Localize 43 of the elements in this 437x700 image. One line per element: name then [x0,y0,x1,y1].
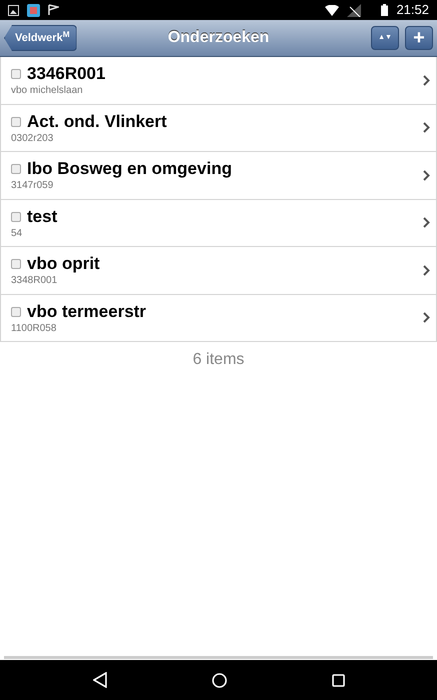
chevron-right-icon [423,74,430,86]
item-subtitle: 3147r059 [11,180,54,192]
home-icon[interactable] [212,672,226,688]
checkbox[interactable] [11,306,21,317]
checkbox[interactable] [11,212,21,222]
chevron-right-icon [423,312,430,324]
list-item[interactable]: 3346R001 vbo michelslaan [0,57,437,104]
recents-icon[interactable] [332,674,344,686]
item-subtitle: vbo michelslaan [11,85,84,98]
item-title: Act. ond. Vlinkert [27,110,167,133]
chevron-right-icon [423,264,430,276]
item-subtitle: 0302r203 [11,132,54,145]
item-count: 6 items [192,350,244,370]
checkbox[interactable] [11,259,21,270]
item-subtitle: 54 [11,228,24,240]
item-title: vbo oprit [27,253,100,276]
checkbox[interactable] [11,116,21,127]
list-item[interactable]: Act. ond. Vlinkert 0302r203 [0,104,437,152]
wifi-icon [325,4,340,16]
item-subtitle: 1100R058 [11,322,58,335]
clock: 21:52 [396,1,429,20]
page-title: Onderzoeken [168,28,270,48]
image-icon [8,4,19,16]
item-title: Ibo Bosweg en omgeving [27,158,232,180]
checkbox[interactable] [11,164,21,174]
battery-icon [381,4,388,16]
chevron-right-icon [423,170,430,181]
back-icon[interactable] [92,672,106,688]
item-title: 3346R001 [27,63,106,86]
item-title: vbo termeerstr [27,300,146,323]
signal-icon [347,4,362,16]
item-title: test [27,206,58,228]
list-item[interactable]: vbo termeerstr 1100R058 [0,294,437,342]
list-item[interactable]: test 54 [0,200,437,247]
calendar-icon [27,4,40,16]
list-item[interactable]: Ibo Bosweg en omgeving 3147r059 [0,152,437,200]
chevron-right-icon [423,122,430,134]
checkbox[interactable] [11,69,21,80]
add-button[interactable]: + [405,26,433,50]
list-item[interactable]: vbo oprit 3348R001 [0,247,437,294]
back-button[interactable]: Veldwerk$^{M}$ [4,25,77,51]
chevron-right-icon [423,217,430,228]
item-subtitle: 3348R001 [11,275,58,288]
